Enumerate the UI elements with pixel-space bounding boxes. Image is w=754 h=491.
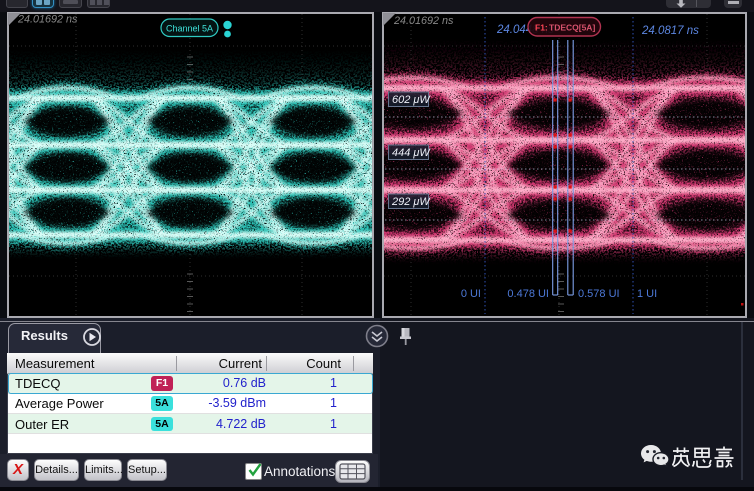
svg-text:292 μW: 292 μW	[391, 196, 431, 208]
svg-text:0.478 UI: 0.478 UI	[507, 288, 549, 300]
svg-text:0 UI: 0 UI	[461, 288, 481, 300]
svg-text:TDECQ[5A]: TDECQ[5A]	[549, 23, 595, 33]
svg-text:24.01692 ns: 24.01692 ns	[17, 14, 78, 26]
svg-text:24.0817 ns: 24.0817 ns	[641, 25, 699, 37]
svg-text:444 μW: 444 μW	[392, 147, 431, 159]
svg-text:0.578 UI: 0.578 UI	[578, 288, 620, 300]
svg-text:602 μW: 602 μW	[392, 94, 431, 106]
svg-text:24.01692 ns: 24.01692 ns	[393, 15, 454, 27]
svg-text:F1:: F1:	[535, 23, 548, 33]
svg-text:1 UI: 1 UI	[637, 288, 657, 300]
svg-text:Channel 5A: Channel 5A	[166, 24, 213, 34]
